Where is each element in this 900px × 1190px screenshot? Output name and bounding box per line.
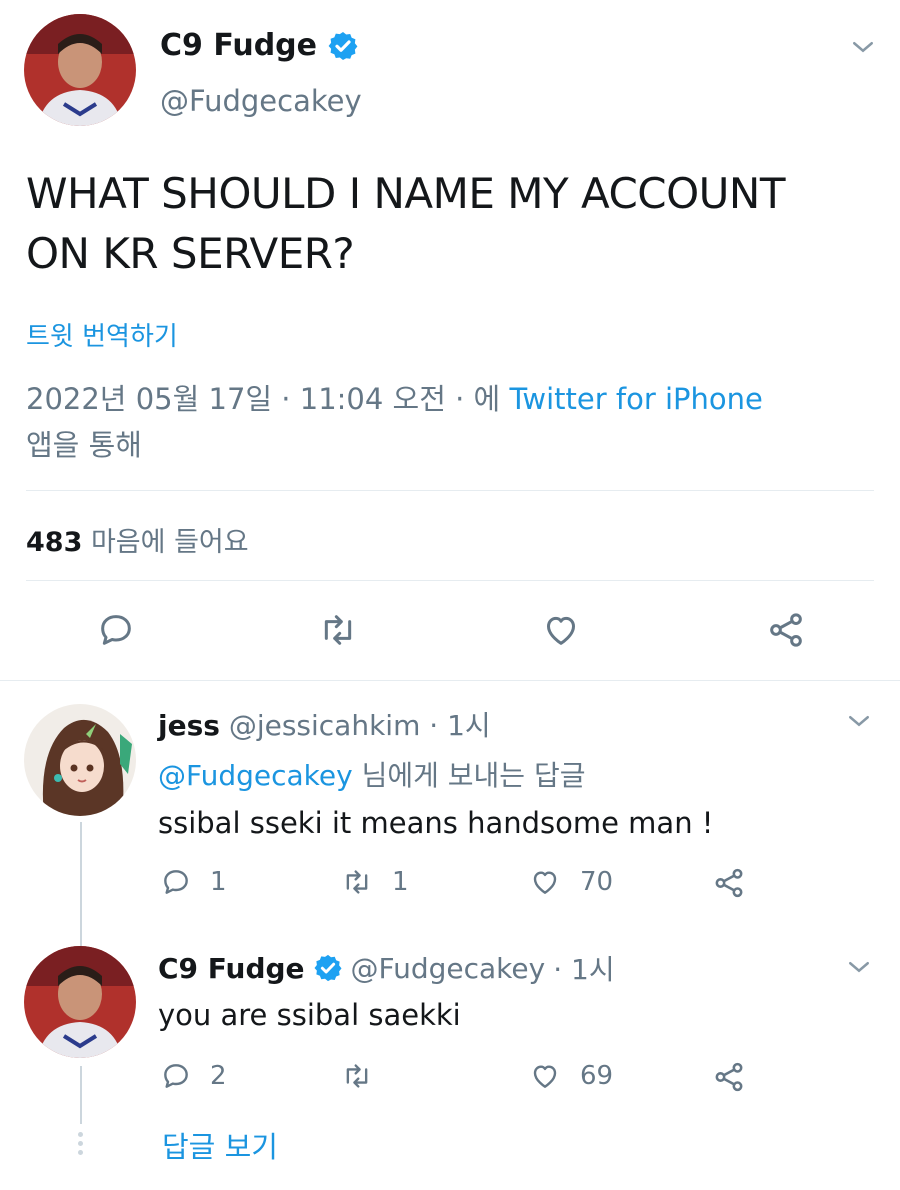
main-tweet-text: WHAT SHOULD I NAME MY ACCOUNT ON KR SERV… <box>26 164 786 284</box>
retweet-icon <box>346 870 368 894</box>
reply1-text: ssibal sseki it means handsome man ! <box>158 806 714 840</box>
like-count: 69 <box>580 1061 614 1091</box>
reply2-time: · 1시 <box>553 953 615 986</box>
thread-line <box>80 1066 82 1124</box>
reply-count: 1 <box>210 867 227 897</box>
chevron-down-icon[interactable] <box>844 952 874 982</box>
main-display-name[interactable]: C9 Fudge <box>160 28 317 63</box>
reply1-display-name[interactable]: jess <box>158 709 220 742</box>
reply2-like-action[interactable]: 69 <box>528 1060 613 1092</box>
main-avatar[interactable] <box>24 14 136 126</box>
share-icon[interactable] <box>712 866 746 900</box>
reply2-avatar[interactable] <box>24 946 136 1058</box>
tweet-text-line: ON KR SERVER? <box>26 229 355 278</box>
divider <box>26 490 874 491</box>
divider <box>26 580 874 581</box>
likes-label: 마음에 들어요 <box>90 527 249 558</box>
reply-icon <box>164 1064 188 1088</box>
tweet-text-line: WHAT SHOULD I NAME MY ACCOUNT <box>26 169 786 218</box>
source-suffix: 앱을 통해 <box>26 428 142 462</box>
show-replies-link[interactable]: 답글 보기 <box>162 1124 278 1166</box>
translate-tweet-link[interactable]: 트윗 번역하기 <box>26 316 178 353</box>
thread-dots <box>78 1132 84 1155</box>
reply1-reply-action[interactable]: 1 <box>160 866 227 898</box>
chevron-down-icon[interactable] <box>848 32 878 62</box>
reply1-retweet-action[interactable]: 1 <box>340 866 409 898</box>
reply2-header: C9 Fudge @Fudgecakey · 1시 <box>158 948 615 988</box>
retweet-count: 1 <box>392 867 409 897</box>
reply1-time: · 1시 <box>429 709 491 742</box>
avatar-illustration <box>24 704 136 816</box>
divider <box>0 680 900 681</box>
avatar-photo <box>24 946 136 1058</box>
reply2-reply-action[interactable]: 2 <box>160 1060 227 1092</box>
reply-icon <box>164 870 188 894</box>
main-handle[interactable]: @Fudgecakey <box>160 84 362 118</box>
reply2-text: you are ssibal saekki <box>158 998 461 1032</box>
likes-count: 483 <box>26 527 83 558</box>
timestamp-text: 2022년 05월 17일 · 11:04 오전 · 에 <box>26 382 501 416</box>
thread-line <box>80 822 82 946</box>
reply2-display-name[interactable]: C9 Fudge <box>158 952 305 985</box>
heart-icon[interactable] <box>540 610 582 650</box>
verified-badge-icon <box>314 954 342 982</box>
reply2-handle[interactable]: @Fudgecakey <box>351 952 546 985</box>
retweet-icon[interactable] <box>316 610 360 650</box>
reply1-like-action[interactable]: 70 <box>528 866 613 898</box>
chevron-down-icon[interactable] <box>844 706 874 736</box>
source-link[interactable]: Twitter for iPhone <box>509 382 762 416</box>
tweet-timestamp: 2022년 05월 17일 · 11:04 오전 · 에 Twitter for… <box>26 376 866 468</box>
retweet-icon <box>346 1064 368 1088</box>
reply-count: 2 <box>210 1061 227 1091</box>
likes-summary[interactable]: 483 마음에 들어요 <box>26 520 249 559</box>
reply1-reply-to: @Fudgecakey 님에게 보내는 답글 <box>158 754 585 794</box>
reply-icon[interactable] <box>96 610 136 650</box>
reply1-avatar[interactable] <box>24 704 136 816</box>
reply1-handle[interactable]: @jessicahkim <box>229 709 421 742</box>
reply-to-handle[interactable]: @Fudgecakey <box>158 759 353 792</box>
verified-badge-icon <box>328 31 358 60</box>
reply2-retweet-action[interactable] <box>340 1060 392 1092</box>
share-icon[interactable] <box>766 610 806 650</box>
like-count: 70 <box>580 867 614 897</box>
share-icon[interactable] <box>712 1060 746 1094</box>
heart-icon <box>533 871 557 894</box>
reply1-header: jess @jessicahkim · 1시 <box>158 704 491 744</box>
heart-icon <box>533 1065 557 1088</box>
reply-to-suffix: 님에게 보내는 답글 <box>361 759 586 792</box>
avatar-photo <box>24 14 136 126</box>
